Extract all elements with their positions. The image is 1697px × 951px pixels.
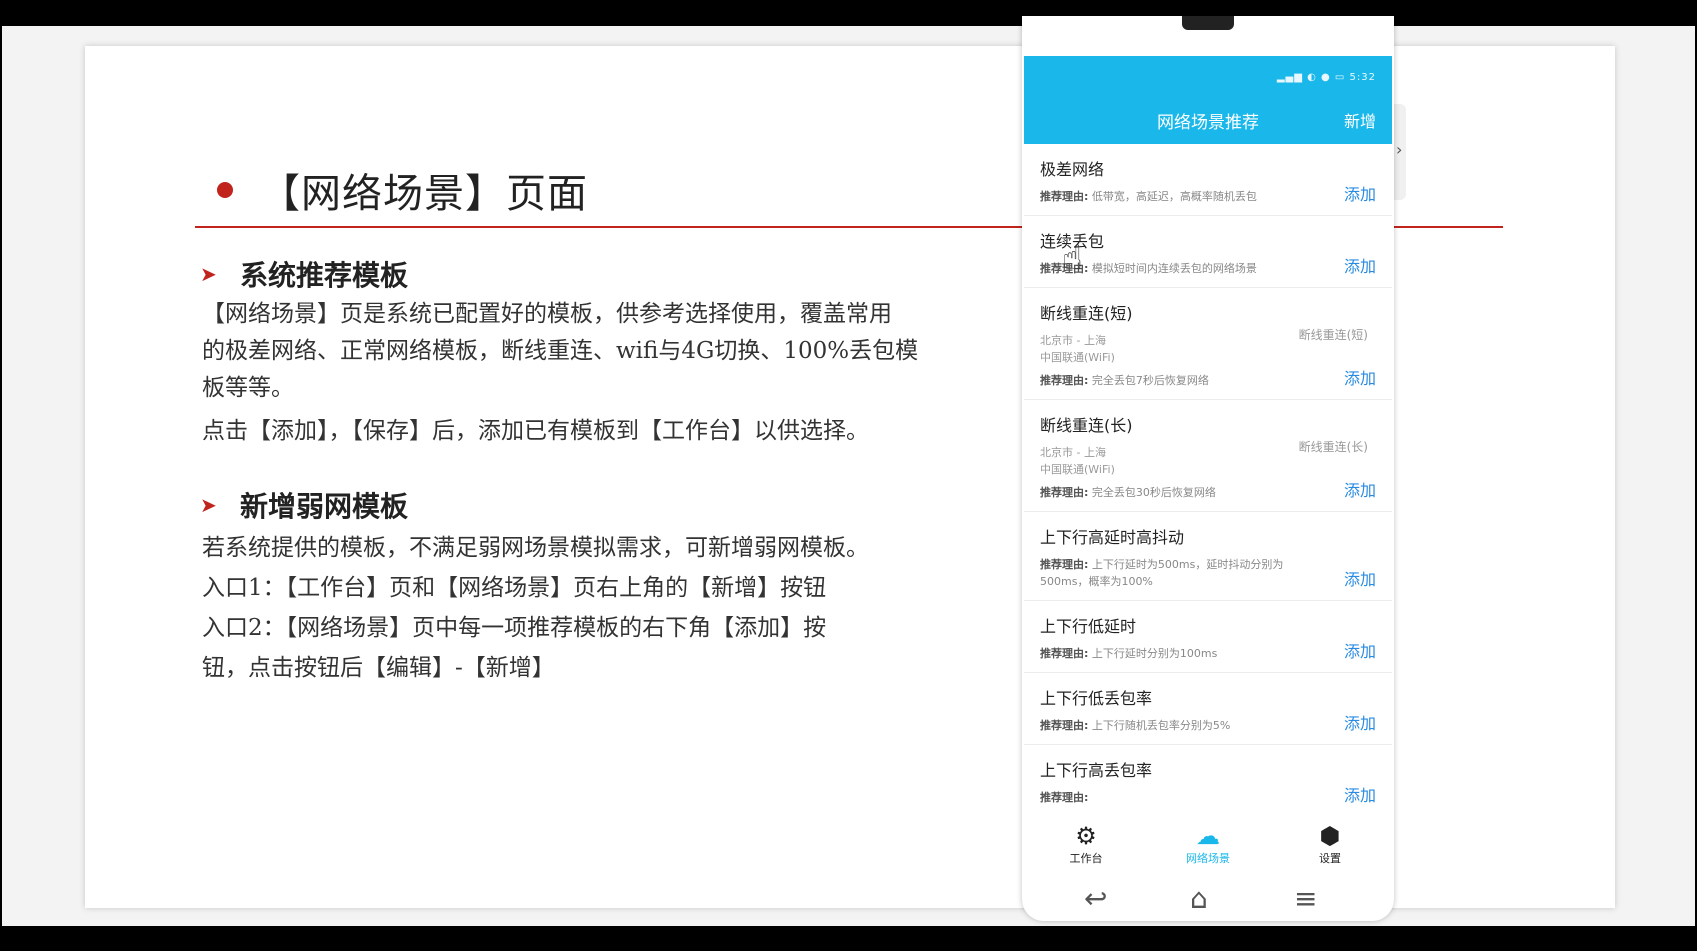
bottom-tab-bar: ⚙ 工作台 ☁ 网络场景 ⬢ 设置	[1024, 814, 1392, 876]
section2-line: 钮，点击按钮后【编辑】-【新增】	[202, 655, 555, 681]
reason-label: 推荐理由:	[1040, 719, 1089, 732]
item-reason: 推荐理由: 上下行随机丢包率分别为5%	[1040, 717, 1376, 734]
phone-notch	[1182, 16, 1234, 30]
reason-label: 推荐理由:	[1040, 486, 1089, 499]
list-item: 上下行高丢包率 推荐理由: 添加	[1024, 745, 1392, 814]
item-reason: 推荐理由: 完全丢包7秒后恢复网络	[1040, 372, 1376, 389]
section2-heading: 新增弱网模板	[240, 490, 409, 523]
tab-workbench[interactable]: ⚙ 工作台	[1046, 822, 1126, 866]
status-bar: ▂▄▆ ◐ ● ▭ 5:32	[1276, 72, 1376, 83]
phone-screen: ▂▄▆ ◐ ● ▭ 5:32 网络场景推荐 新增 极差网络 推荐理由: 低带宽，…	[1022, 16, 1394, 921]
item-name: 上下行高延时高抖动	[1040, 528, 1185, 547]
screen: 【网络场景】页面 ➤ 系统推荐模板 【网络场景】页是系统已配置好的模板，供参考选…	[0, 0, 1697, 951]
reason-text: 模拟短时间内连续丢包的网络场景	[1091, 262, 1257, 275]
hex-gear-icon: ⬢	[1319, 822, 1341, 850]
list-item: 上下行高延时高抖动 推荐理由: 上下行延时为500ms，延时抖动分别为500ms…	[1024, 512, 1392, 601]
tab-label: 网络场景	[1186, 852, 1230, 865]
sliders-icon: ⚙	[1075, 822, 1097, 850]
arrow-bullet-icon: ➤	[200, 262, 217, 286]
add-button[interactable]: 添加	[1344, 710, 1376, 734]
item-name: 上下行低丢包率	[1040, 689, 1153, 708]
reason-text: 上下行延时分别为100ms	[1091, 647, 1218, 660]
list-item: 上下行低丢包率 推荐理由: 上下行随机丢包率分别为5% 添加	[1024, 673, 1392, 745]
item-tag: 断线重连(短)	[1298, 328, 1368, 342]
item-name: 断线重连(长)	[1040, 416, 1133, 435]
app-header: ▂▄▆ ◐ ● ▭ 5:32 网络场景推荐 新增	[1024, 56, 1392, 144]
slide-title: 【网络场景】页面	[260, 171, 588, 217]
add-button[interactable]: 添加	[1344, 477, 1376, 501]
section1-body: 【网络场景】页是系统已配置好的模板，供参考选择使用，覆盖常用 的极差网络、正常网…	[202, 296, 982, 450]
item-name: 连续丢包	[1040, 232, 1105, 251]
android-nav-bar: ↩ ⌂ ≡	[1024, 876, 1392, 921]
item-network: 中国联通(WiFi)	[1040, 351, 1115, 364]
header-title: 网络场景推荐	[1157, 113, 1259, 133]
reason-text: 完全丢包30秒后恢复网络	[1091, 486, 1216, 499]
tab-network-scenes[interactable]: ☁ 网络场景	[1168, 822, 1248, 866]
item-name: 极差网络	[1040, 160, 1105, 179]
reason-label: 推荐理由:	[1040, 647, 1089, 660]
status-time: 5:32	[1349, 72, 1376, 83]
item-tag: 断线重连(长)	[1298, 440, 1368, 454]
item-name: 上下行低延时	[1040, 617, 1137, 636]
reason-text: 低带宽，高延迟，高概率随机丢包	[1091, 190, 1257, 203]
header-add-button[interactable]: 新增	[1344, 108, 1376, 132]
home-icon[interactable]: ⌂	[1190, 882, 1208, 915]
section2-line: 入口1：【工作台】页和【网络场景】页右上角的【新增】按钮	[202, 575, 827, 601]
section2-body: 若系统提供的模板，不满足弱网场景模拟需求，可新增弱网模板。 入口1：【工作台】页…	[202, 528, 982, 688]
chevron-right-icon[interactable]: ›	[1396, 140, 1402, 159]
item-reason: 推荐理由: 上下行延时为500ms，延时抖动分别为500ms，概率为100%	[1040, 556, 1376, 590]
reason-label: 推荐理由:	[1040, 558, 1089, 571]
section1-line: 的极差网络、正常网络模板，断线重连、wifi与4G切换、100%丢包模	[202, 338, 919, 364]
list-item: 上下行低延时 推荐理由: 上下行延时分别为100ms 添加	[1024, 601, 1392, 673]
reason-label: 推荐理由:	[1040, 190, 1089, 203]
add-button[interactable]: 添加	[1344, 566, 1376, 590]
item-reason: 推荐理由: 上下行延时分别为100ms	[1040, 645, 1376, 662]
item-reason: 推荐理由:	[1040, 789, 1376, 806]
add-button[interactable]: 添加	[1344, 181, 1376, 205]
back-icon[interactable]: ↩	[1084, 882, 1107, 915]
section1-line: 板等等。	[202, 375, 294, 401]
section2-line: 入口2：【网络场景】页中每一项推荐模板的右下角【添加】按	[202, 615, 827, 641]
reason-label: 推荐理由:	[1040, 374, 1089, 387]
list-item: 断线重连(长) 断线重连(长) 北京市 - 上海 中国联通(WiFi) 推荐理由…	[1024, 400, 1392, 512]
section1-line: 【网络场景】页是系统已配置好的模板，供参考选择使用，覆盖常用	[202, 301, 892, 327]
add-button[interactable]: 添加	[1344, 638, 1376, 662]
item-reason: 推荐理由: 低带宽，高延迟，高概率随机丢包	[1040, 188, 1376, 205]
item-reason: 推荐理由: 模拟短时间内连续丢包的网络场景	[1040, 260, 1376, 277]
section1-heading: 系统推荐模板	[240, 259, 409, 292]
section2-line: 若系统提供的模板，不满足弱网场景模拟需求，可新增弱网模板。	[202, 535, 869, 561]
tab-label: 设置	[1319, 852, 1341, 865]
list-item: 断线重连(短) 断线重连(短) 北京市 - 上海 中国联通(WiFi) 推荐理由…	[1024, 288, 1392, 400]
item-network: 中国联通(WiFi)	[1040, 463, 1115, 476]
item-reason: 推荐理由: 完全丢包30秒后恢复网络	[1040, 484, 1376, 501]
item-name: 断线重连(短)	[1040, 304, 1133, 323]
reason-text: 完全丢包7秒后恢复网络	[1091, 374, 1209, 387]
presentation-stage: 【网络场景】页面 ➤ 系统推荐模板 【网络场景】页是系统已配置好的模板，供参考选…	[2, 16, 1695, 926]
title-bullet-icon	[217, 182, 233, 198]
tab-label: 工作台	[1069, 852, 1103, 865]
section1-line: 点击【添加】，【保存】后，添加已有模板到【工作台】以供选择。	[202, 418, 869, 444]
add-button[interactable]: 添加	[1344, 365, 1376, 389]
item-name: 上下行高丢包率	[1040, 761, 1153, 780]
add-button[interactable]: 添加	[1344, 253, 1376, 277]
reason-label: 推荐理由:	[1040, 791, 1089, 804]
list-item: 极差网络 推荐理由: 低带宽，高延迟，高概率随机丢包 添加	[1024, 144, 1392, 216]
reason-text: 上下行随机丢包率分别为5%	[1091, 719, 1231, 732]
pointer-hand-icon: ☝	[1062, 238, 1083, 278]
cloud-icon: ☁	[1196, 822, 1220, 850]
tab-settings[interactable]: ⬢ 设置	[1290, 822, 1370, 866]
arrow-bullet-icon: ➤	[200, 493, 217, 517]
menu-icon[interactable]: ≡	[1294, 882, 1317, 915]
add-button[interactable]: 添加	[1344, 782, 1376, 806]
